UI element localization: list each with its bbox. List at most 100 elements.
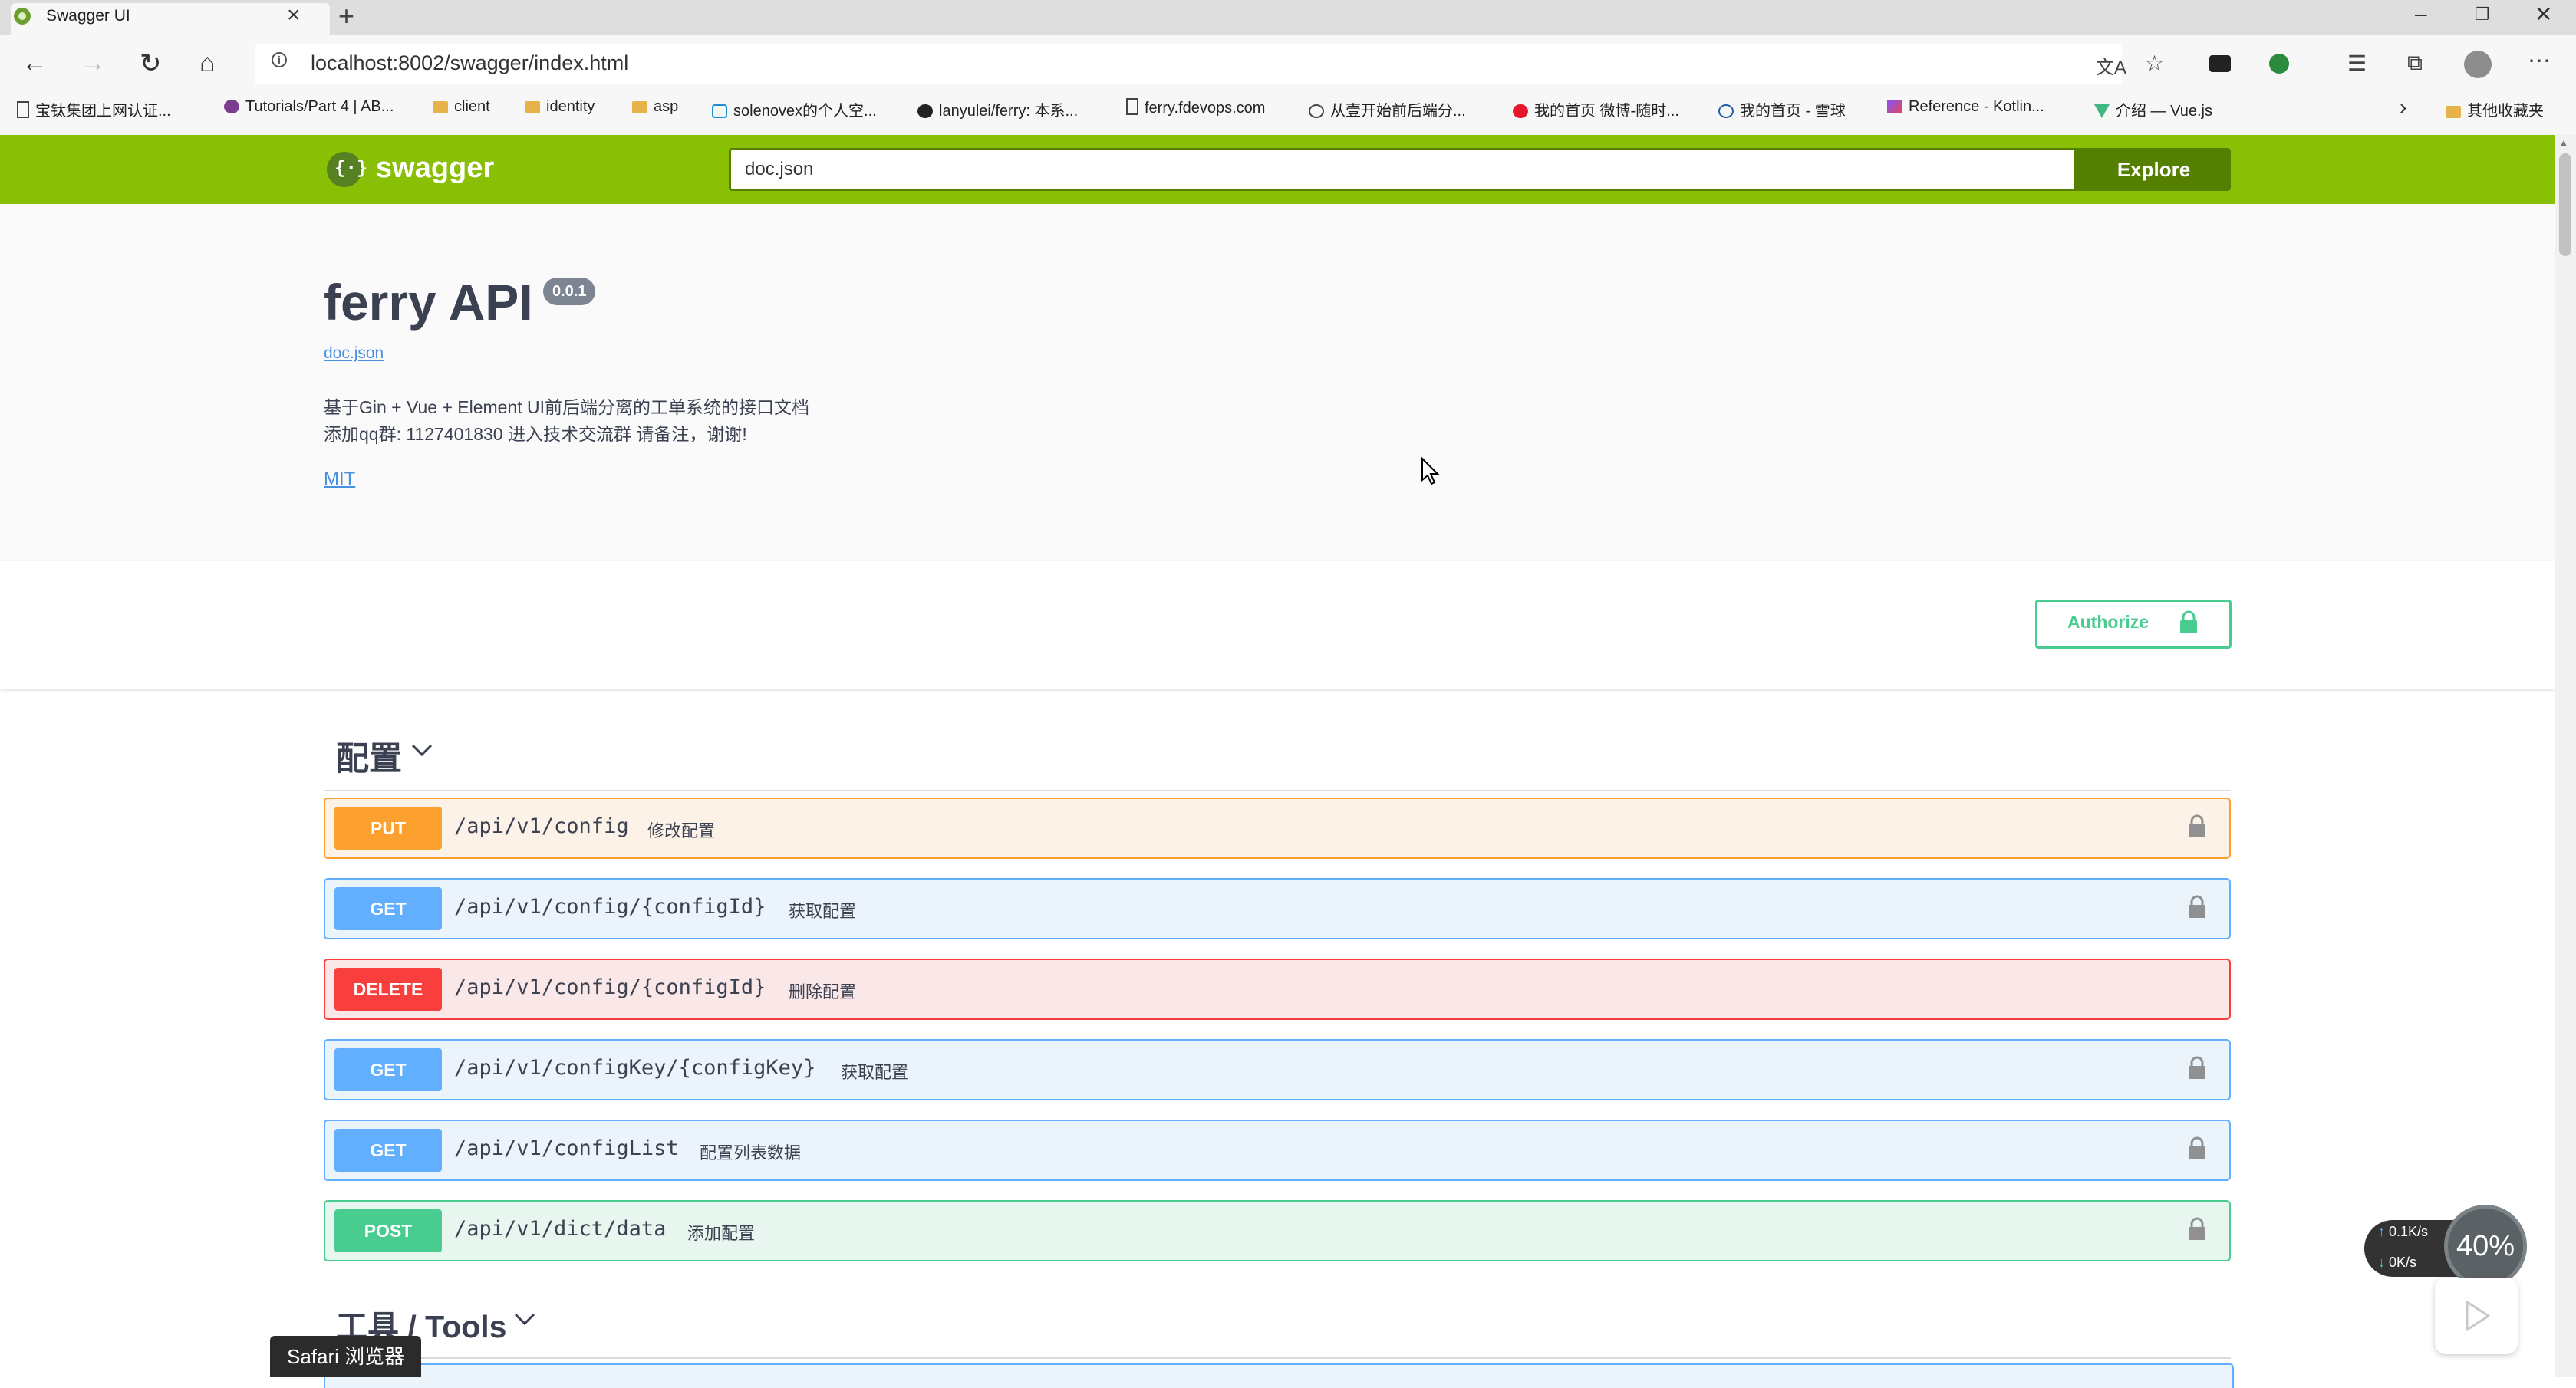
lock-icon[interactable]	[2187, 1136, 2207, 1161]
url-text[interactable]: localhost:8002/swagger/index.html	[311, 51, 628, 75]
chevron-down-icon[interactable]	[410, 738, 434, 762]
swagger-favicon-icon	[14, 8, 31, 25]
operation-summary: 修改配置	[647, 821, 716, 840]
play-icon	[2466, 1301, 2490, 1331]
spec-url-input[interactable]	[729, 148, 2077, 191]
site-icon	[224, 100, 239, 113]
lock-icon[interactable]	[2187, 1217, 2207, 1242]
collections-icon[interactable]: ⧉	[2407, 51, 2423, 76]
folder-icon	[2446, 106, 2461, 118]
method-badge: PUT	[334, 807, 442, 850]
scroll-up-arrow-icon[interactable]: ▲	[2558, 136, 2569, 149]
bookmark-item[interactable]: 介绍 — Vue.js	[2094, 98, 2212, 120]
bookmark-item[interactable]: Reference - Kotlin...	[1887, 98, 2044, 116]
method-badge: DELETE	[334, 968, 442, 1011]
operation-summary: 配置列表数据	[700, 1143, 802, 1163]
restore-window-icon[interactable]: ❐	[2475, 5, 2490, 25]
method-badge: GET	[334, 1129, 442, 1172]
version-badge: 0.0.1	[543, 278, 596, 305]
license-link[interactable]: MIT	[324, 469, 355, 490]
extension-globe-icon[interactable]	[2269, 54, 2289, 74]
page-icon	[1126, 98, 1138, 115]
more-menu-icon[interactable]: ⋯	[2528, 48, 2551, 74]
kotlin-icon	[1887, 100, 1902, 113]
new-tab-button[interactable]: +	[338, 0, 354, 32]
back-arrow-icon[interactable]: ←	[21, 48, 48, 78]
mouse-cursor-icon	[1421, 457, 1440, 485]
forward-arrow-icon[interactable]: →	[80, 48, 106, 78]
operation-get-config-by-id[interactable]: GET /api/v1/config/{configId} 获取配置	[324, 878, 2231, 939]
weibo-icon	[1513, 104, 1528, 118]
description-line: 添加qq群: 1127401830 进入技术交流群 请备注，谢谢!	[324, 424, 747, 444]
reload-icon[interactable]: ↻	[140, 48, 162, 79]
scrollbar-thumb[interactable]	[2559, 153, 2571, 256]
tag-section-tools[interactable]	[324, 1293, 2231, 1359]
folder-icon	[525, 101, 540, 113]
bookmark-item[interactable]: 我的首页 - 雪球	[1718, 98, 1846, 120]
method-badge: POST	[334, 1209, 442, 1252]
folder-icon	[433, 101, 448, 113]
operation-summary: 获取配置	[789, 902, 857, 921]
bookmark-item[interactable]: 我的首页 微博-随时...	[1513, 98, 1679, 120]
bookmark-item[interactable]: 宝钛集团上网认证...	[17, 98, 171, 120]
operation-put-config[interactable]: PUT /api/v1/config 修改配置	[324, 798, 2231, 859]
page-scrollbar[interactable]	[2555, 135, 2576, 1377]
site-info-icon[interactable]: i	[272, 52, 287, 67]
chevron-down-icon[interactable]	[512, 1307, 537, 1331]
bookmark-item[interactable]: ferry.fdevops.com	[1126, 98, 1265, 117]
memory-percent-gauge[interactable]: 40%	[2444, 1205, 2527, 1288]
minimize-window-icon[interactable]: –	[2415, 2, 2427, 26]
bookmark-item[interactable]: identity	[525, 98, 595, 116]
home-icon[interactable]: ⌂	[199, 48, 216, 78]
method-badge: GET	[334, 1048, 442, 1091]
operation-get-config-by-key[interactable]: GET /api/v1/configKey/{configKey} 获取配置	[324, 1039, 2231, 1100]
other-bookmarks-folder[interactable]: 其他收藏夹	[2446, 98, 2544, 120]
github-icon	[917, 104, 933, 118]
operation-partial[interactable]	[324, 1363, 2234, 1388]
page-icon	[17, 101, 29, 118]
tag-section-config[interactable]	[324, 725, 2231, 791]
operation-path: /api/v1/configList	[454, 1136, 679, 1160]
browser-titlebar	[0, 0, 2576, 35]
authorize-label: Authorize	[2067, 612, 2149, 632]
translate-icon[interactable]: 文A	[2096, 52, 2126, 79]
lock-icon[interactable]	[2187, 895, 2207, 919]
bookmark-item[interactable]: lanyulei/ferry: 本系...	[917, 98, 1078, 120]
spec-link[interactable]: doc.json	[324, 344, 384, 363]
api-title: ferry API	[324, 274, 533, 331]
operation-path: /api/v1/config/{configId}	[454, 895, 766, 919]
operation-delete-config[interactable]: DELETE /api/v1/config/{configId} 删除配置	[324, 959, 2231, 1020]
bookmark-item[interactable]: client	[433, 98, 490, 116]
bookmark-item[interactable]: asp	[632, 98, 678, 116]
upload-speed: ↑ 0.1K/s	[2378, 1224, 2429, 1239]
operation-post-dict-data[interactable]: POST /api/v1/dict/data 添加配置	[324, 1200, 2231, 1261]
operation-get-config-list[interactable]: GET /api/v1/configList 配置列表数据	[324, 1120, 2231, 1181]
site-icon	[1309, 104, 1324, 118]
lock-icon[interactable]	[2187, 814, 2207, 839]
lock-icon[interactable]	[2187, 1056, 2207, 1080]
download-speed: ↓ 0K/s	[2378, 1255, 2417, 1270]
close-tab-icon[interactable]: ×	[287, 2, 301, 28]
favorites-list-icon[interactable]: ☰	[2347, 51, 2367, 76]
download-arrow-icon: ↓	[2378, 1255, 2385, 1270]
bilibili-icon	[712, 104, 727, 118]
profile-avatar-icon[interactable]	[2464, 51, 2492, 78]
bookmarks-overflow-chevron-icon[interactable]: ›	[2400, 95, 2406, 120]
lock-icon	[2180, 610, 2197, 633]
info-section	[0, 204, 2555, 561]
operation-summary: 获取配置	[841, 1063, 909, 1082]
explore-button[interactable]: Explore	[2077, 148, 2231, 191]
method-badge: GET	[334, 887, 442, 930]
operation-path: /api/v1/dict/data	[454, 1217, 667, 1241]
tag-title[interactable]: 配置	[336, 732, 402, 780]
bookmark-item[interactable]: Tutorials/Part 4 | AB...	[224, 98, 394, 116]
close-window-icon[interactable]: ✕	[2535, 2, 2552, 27]
favorite-star-icon[interactable]: ☆	[2145, 51, 2164, 76]
bookmark-item[interactable]: solenovex的个人空...	[712, 98, 877, 120]
bookmark-item[interactable]: 从壹开始前后端分...	[1309, 98, 1466, 120]
swagger-logo-text[interactable]: swagger	[376, 152, 494, 185]
xueqiu-icon	[1718, 104, 1734, 118]
extension-icon[interactable]	[2209, 55, 2231, 72]
operation-path: /api/v1/configKey/{configKey}	[454, 1056, 816, 1080]
operation-summary: 删除配置	[789, 982, 857, 1002]
